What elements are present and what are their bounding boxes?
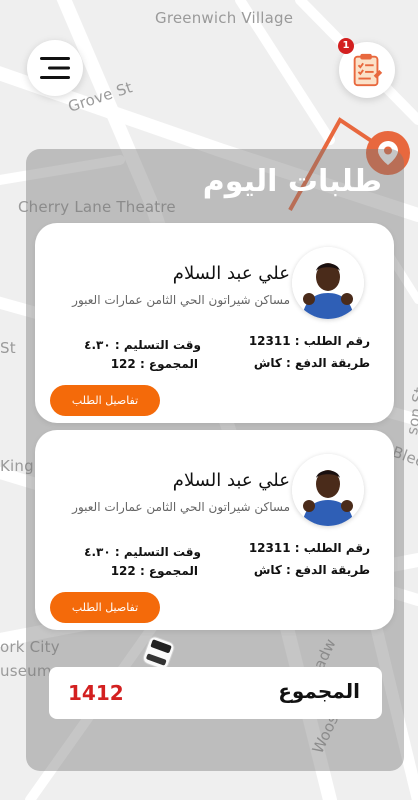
customer-address: مساكن شيراتون الحي الثامن عمارات العبور <box>72 500 290 514</box>
order-details-button[interactable]: تفاصيل الطلب <box>50 592 160 623</box>
panel-title: طلبات اليوم <box>202 164 382 199</box>
customer-name: علي عبد السلام <box>172 263 290 284</box>
clipboard-checklist-icon <box>353 53 383 87</box>
delivery-time: وقت التسليم : ٤.٣٠ <box>84 338 201 352</box>
order-details-button[interactable]: تفاصيل الطلب <box>50 385 160 416</box>
payment-method: طريقة الدفع : كاش <box>253 356 370 370</box>
order-number: رقم الطلب : 12311 <box>248 334 370 348</box>
taxi-car-icon <box>142 636 175 670</box>
customer-photo-icon <box>292 247 364 319</box>
avatar <box>292 247 364 319</box>
menu-icon <box>40 57 70 79</box>
customer-name: علي عبد السلام <box>172 470 290 491</box>
total-summary: المجموع 1412 <box>49 667 382 719</box>
notification-badge: 1 <box>338 38 354 54</box>
order-card[interactable]: علي عبد السلام مساكن شيراتون الحي الثامن… <box>35 223 394 423</box>
payment-method: طريقة الدفع : كاش <box>253 563 370 577</box>
menu-button[interactable] <box>27 40 83 96</box>
order-number: رقم الطلب : 12311 <box>248 541 370 555</box>
order-total: المجموع : 122 <box>110 357 198 371</box>
customer-photo-icon <box>292 454 364 526</box>
order-card[interactable]: علي عبد السلام مساكن شيراتون الحي الثامن… <box>35 430 394 630</box>
map-label-st: St <box>0 339 16 357</box>
customer-address: مساكن شيراتون الحي الثامن عمارات العبور <box>72 293 290 307</box>
avatar <box>292 454 364 526</box>
total-value: 1412 <box>68 681 124 705</box>
order-total: المجموع : 122 <box>110 564 198 578</box>
delivery-time: وقت التسليم : ٤.٣٠ <box>84 545 201 559</box>
total-label: المجموع <box>278 679 360 703</box>
map-label-greenwich: Greenwich Village <box>155 9 294 27</box>
